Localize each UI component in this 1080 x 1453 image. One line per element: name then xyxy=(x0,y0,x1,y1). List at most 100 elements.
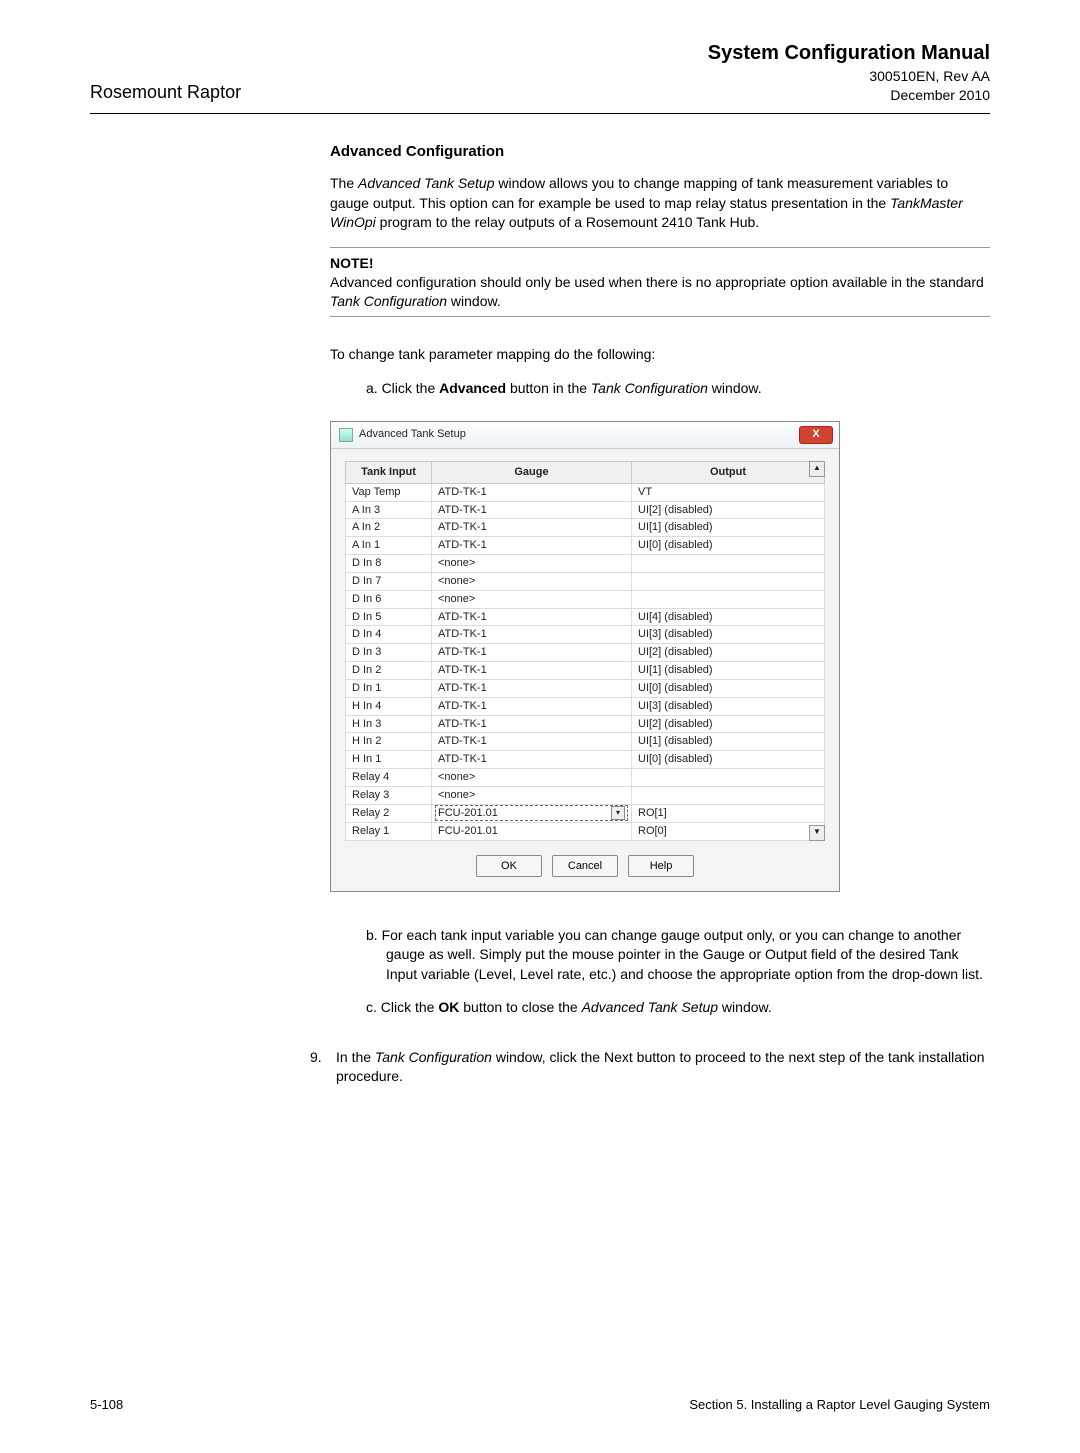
cell-output[interactable] xyxy=(632,787,825,805)
cell-output[interactable]: UI[3] (disabled) xyxy=(632,697,825,715)
cell-gauge[interactable]: <none> xyxy=(432,590,632,608)
scroll-up-button[interactable]: ▲ xyxy=(809,461,825,477)
cell-output[interactable]: UI[2] (disabled) xyxy=(632,644,825,662)
footer-right: Section 5. Installing a Raptor Level Gau… xyxy=(689,1396,990,1414)
cell-gauge[interactable]: ATD-TK-1 xyxy=(432,662,632,680)
table-row: A In 2ATD-TK-1UI[1] (disabled) xyxy=(346,519,825,537)
note-title: NOTE! xyxy=(330,254,990,273)
table-row: D In 2ATD-TK-1UI[1] (disabled) xyxy=(346,662,825,680)
cell-gauge[interactable]: ATD-TK-1 xyxy=(432,626,632,644)
cell-output[interactable]: VT xyxy=(632,483,825,501)
cell-tank-input[interactable]: Vap Temp xyxy=(346,483,432,501)
cell-tank-input[interactable]: D In 6 xyxy=(346,590,432,608)
cell-output[interactable]: UI[3] (disabled) xyxy=(632,626,825,644)
cell-tank-input[interactable]: Relay 1 xyxy=(346,822,432,840)
step-a: a. Click the Advanced button in the Tank… xyxy=(366,379,990,399)
cell-tank-input[interactable]: D In 5 xyxy=(346,608,432,626)
cell-tank-input[interactable]: D In 2 xyxy=(346,662,432,680)
step-list: a. Click the Advanced button in the Tank… xyxy=(330,379,990,399)
cell-output[interactable]: UI[4] (disabled) xyxy=(632,608,825,626)
cell-output[interactable] xyxy=(632,572,825,590)
text: Tank Configuration xyxy=(375,1049,492,1065)
col-gauge[interactable]: Gauge xyxy=(432,461,632,483)
table-row: H In 2ATD-TK-1UI[1] (disabled) xyxy=(346,733,825,751)
cell-output[interactable] xyxy=(632,555,825,573)
main-content: Advanced Configuration The Advanced Tank… xyxy=(330,142,990,1018)
cell-output[interactable] xyxy=(632,590,825,608)
table-row: A In 3ATD-TK-1UI[2] (disabled) xyxy=(346,501,825,519)
cell-tank-input[interactable]: H In 1 xyxy=(346,751,432,769)
scroll-down-button[interactable]: ▼ xyxy=(809,825,825,841)
text: button in the xyxy=(506,380,591,396)
cell-gauge[interactable]: ATD-TK-1 xyxy=(432,608,632,626)
text: window. xyxy=(447,293,501,309)
cell-gauge[interactable]: ATD-TK-1 xyxy=(432,501,632,519)
cell-tank-input[interactable]: H In 3 xyxy=(346,715,432,733)
cell-tank-input[interactable]: D In 1 xyxy=(346,679,432,697)
cell-tank-input[interactable]: D In 3 xyxy=(346,644,432,662)
paragraph-1: The Advanced Tank Setup window allows yo… xyxy=(330,174,990,233)
cell-gauge[interactable]: FCU-201.01 xyxy=(432,822,632,840)
cell-gauge[interactable]: ATD-TK-1 xyxy=(432,715,632,733)
text: Advanced configuration should only be us… xyxy=(330,274,984,290)
footer-left: 5-108 xyxy=(90,1396,123,1414)
table-row: Relay 2FCU-201.01▾RO[1] xyxy=(346,804,825,822)
cancel-button[interactable]: Cancel xyxy=(552,855,618,877)
text: OK xyxy=(438,999,459,1015)
cell-gauge[interactable]: FCU-201.01▾ xyxy=(432,804,632,822)
cell-output[interactable] xyxy=(632,769,825,787)
cell-gauge[interactable]: ATD-TK-1 xyxy=(432,679,632,697)
cell-output[interactable]: UI[1] (disabled) xyxy=(632,519,825,537)
header-title: System Configuration Manual xyxy=(708,40,990,67)
chevron-down-icon[interactable]: ▾ xyxy=(611,806,625,820)
table-row: D In 1ATD-TK-1UI[0] (disabled) xyxy=(346,679,825,697)
cell-tank-input[interactable]: Relay 3 xyxy=(346,787,432,805)
close-button[interactable]: X xyxy=(799,426,833,444)
cell-output[interactable]: UI[1] (disabled) xyxy=(632,662,825,680)
cell-gauge[interactable]: ATD-TK-1 xyxy=(432,733,632,751)
col-output[interactable]: Output xyxy=(632,461,825,483)
cell-gauge[interactable]: <none> xyxy=(432,572,632,590)
cell-gauge[interactable]: <none> xyxy=(432,787,632,805)
table-row: D In 4ATD-TK-1UI[3] (disabled) xyxy=(346,626,825,644)
cell-tank-input[interactable]: D In 7 xyxy=(346,572,432,590)
cell-output[interactable]: UI[0] (disabled) xyxy=(632,751,825,769)
cell-output[interactable]: UI[2] (disabled) xyxy=(632,501,825,519)
cell-gauge[interactable]: ATD-TK-1 xyxy=(432,751,632,769)
help-button[interactable]: Help xyxy=(628,855,694,877)
cell-tank-input[interactable]: A In 3 xyxy=(346,501,432,519)
cell-gauge[interactable]: ATD-TK-1 xyxy=(432,483,632,501)
cell-tank-input[interactable]: H In 4 xyxy=(346,697,432,715)
cell-gauge[interactable]: ATD-TK-1 xyxy=(432,644,632,662)
cell-tank-input[interactable]: Relay 2 xyxy=(346,804,432,822)
dialog-titlebar[interactable]: Advanced Tank Setup X xyxy=(331,422,839,449)
cell-tank-input[interactable]: D In 8 xyxy=(346,555,432,573)
cell-gauge[interactable]: ATD-TK-1 xyxy=(432,697,632,715)
gauge-dropdown[interactable]: FCU-201.01▾ xyxy=(435,805,628,821)
cell-tank-input[interactable]: A In 2 xyxy=(346,519,432,537)
header-left: Rosemount Raptor xyxy=(90,80,241,104)
divider xyxy=(90,113,990,114)
cell-output[interactable]: UI[2] (disabled) xyxy=(632,715,825,733)
ok-button[interactable]: OK xyxy=(476,855,542,877)
cell-tank-input[interactable]: D In 4 xyxy=(346,626,432,644)
text: a. Click the xyxy=(366,380,439,396)
cell-tank-input[interactable]: Relay 4 xyxy=(346,769,432,787)
cell-output[interactable]: UI[1] (disabled) xyxy=(632,733,825,751)
cell-tank-input[interactable]: A In 1 xyxy=(346,537,432,555)
app-icon xyxy=(339,428,353,442)
cell-gauge[interactable]: ATD-TK-1 xyxy=(432,519,632,537)
cell-output[interactable]: RO[0] xyxy=(632,822,825,840)
cell-output[interactable]: UI[0] (disabled) xyxy=(632,679,825,697)
text: In the xyxy=(336,1049,375,1065)
step-9-number: 9. xyxy=(310,1048,326,1086)
dialog-buttons: OK Cancel Help xyxy=(345,855,825,877)
cell-output[interactable]: RO[1] xyxy=(632,804,825,822)
cell-output[interactable]: UI[0] (disabled) xyxy=(632,537,825,555)
cell-tank-input[interactable]: H In 2 xyxy=(346,733,432,751)
col-tank-input[interactable]: Tank Input xyxy=(346,461,432,483)
cell-gauge[interactable]: <none> xyxy=(432,769,632,787)
cell-gauge[interactable]: ATD-TK-1 xyxy=(432,537,632,555)
text: Advanced Tank Setup xyxy=(358,175,494,191)
cell-gauge[interactable]: <none> xyxy=(432,555,632,573)
